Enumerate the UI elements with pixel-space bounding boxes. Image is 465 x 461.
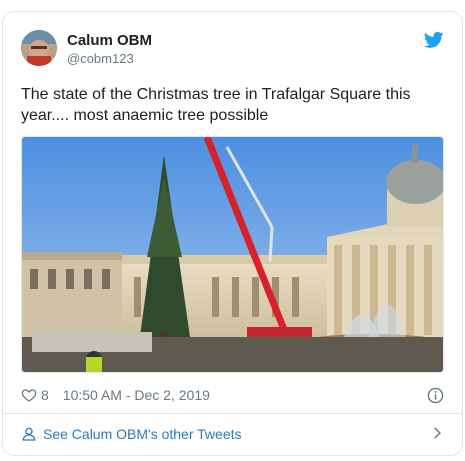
like-count[interactable]: 8 — [41, 387, 49, 403]
heart-icon[interactable] — [21, 387, 37, 403]
other-tweets-label[interactable]: See Calum OBM's other Tweets — [43, 426, 242, 442]
tweet-card: Calum OBM @cobm123 The state of the Chri… — [2, 11, 463, 456]
tweet-meta: 8 10:50 AM - Dec 2, 2019 — [21, 384, 444, 406]
tweet-photo[interactable] — [21, 136, 444, 373]
person-icon — [22, 427, 36, 441]
chevron-right-icon[interactable] — [430, 426, 444, 440]
avatar[interactable] — [21, 30, 57, 66]
author-handle[interactable]: @cobm123 — [67, 51, 134, 66]
twitter-bird-icon[interactable] — [424, 30, 444, 50]
tweet-text: The state of the Christmas tree in Trafa… — [21, 86, 411, 124]
divider — [3, 413, 462, 414]
info-icon[interactable] — [427, 387, 444, 404]
tweet-timestamp[interactable]: 10:50 AM - Dec 2, 2019 — [63, 387, 210, 403]
author-name[interactable]: Calum OBM — [67, 32, 152, 49]
other-tweets-link[interactable]: See Calum OBM's other Tweets — [21, 423, 444, 445]
tweet-header: Calum OBM @cobm123 — [21, 30, 444, 72]
